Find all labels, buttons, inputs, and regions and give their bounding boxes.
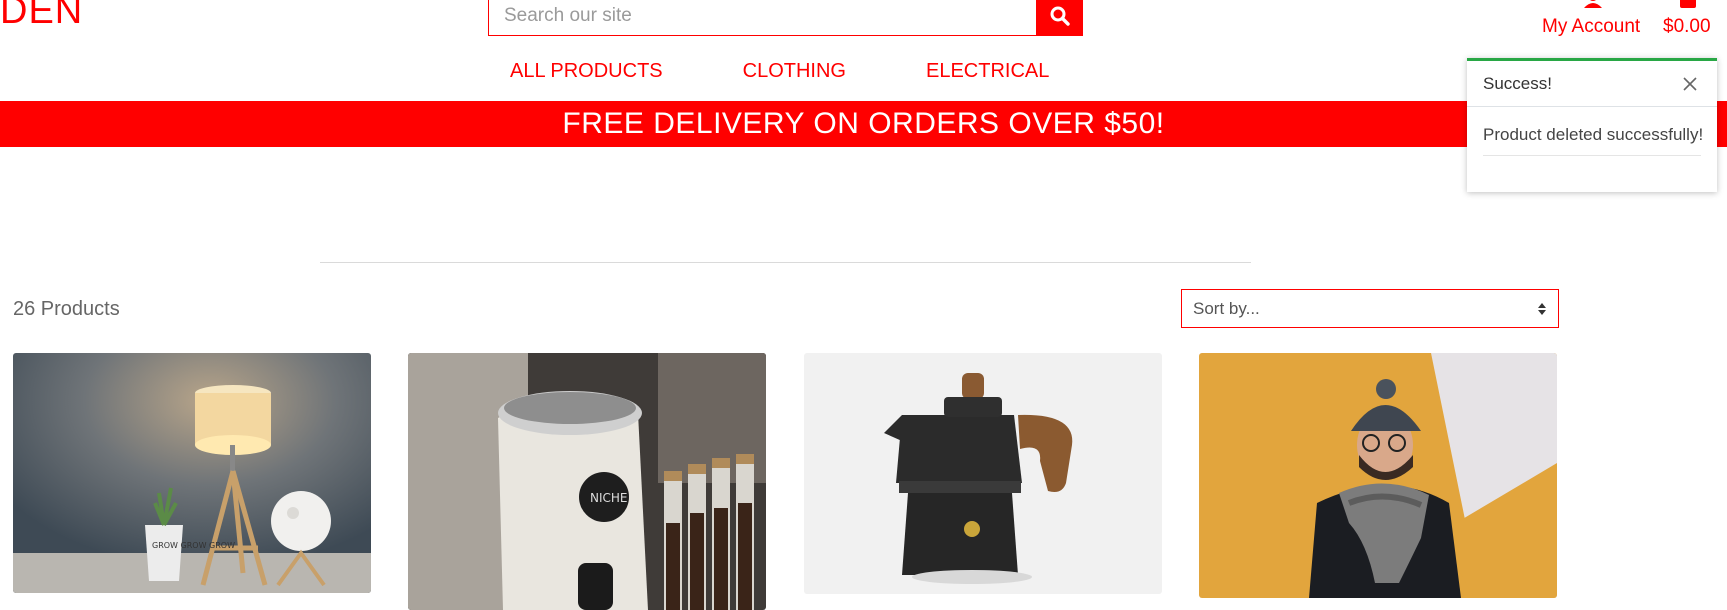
sort-arrows-icon — [1538, 302, 1546, 315]
section-divider — [320, 262, 1251, 263]
toast-title: Success! — [1483, 73, 1552, 93]
product-image-moka-pot — [804, 353, 1162, 594]
nav-electrical[interactable]: ELECTRICAL — [926, 60, 1049, 83]
delivery-banner-text: FREE DELIVERY ON ORDERS OVER $50! — [562, 107, 1165, 140]
nav-clothing[interactable]: CLOTHING — [743, 60, 846, 83]
product-card-man-in-scarf[interactable] — [1199, 353, 1557, 598]
product-count: 26 Products — [13, 298, 120, 320]
sort-select[interactable]: Sort by... — [1181, 289, 1559, 328]
cart-link[interactable]: $0.00 — [1655, 0, 1721, 40]
product-image-lamp: GROW GROW GROW — [13, 353, 371, 593]
close-icon — [1683, 76, 1697, 91]
toast-header: Success! — [1467, 61, 1717, 107]
sort-selected-value: Sort by... — [1193, 298, 1260, 318]
product-card-lamp[interactable]: GROW GROW GROW — [13, 353, 371, 593]
my-account-label: My Account — [1542, 16, 1641, 37]
shopping-bag-icon — [1680, 0, 1696, 8]
toast-body: Product deleted successfully! — [1467, 107, 1717, 156]
main-nav: ALL PRODUCTS CLOTHING ELECTRICAL — [510, 60, 1129, 83]
success-toast: Success! Product deleted successfully! — [1467, 58, 1717, 192]
search-input[interactable] — [488, 0, 1036, 36]
product-image-man-in-scarf — [1199, 353, 1557, 598]
toast-message: Product deleted successfully! — [1483, 125, 1703, 156]
search-icon — [1050, 6, 1070, 26]
my-account-link[interactable]: My Account — [1538, 0, 1648, 40]
user-icon — [1584, 0, 1602, 8]
toast-close-button[interactable] — [1679, 73, 1701, 95]
site-logo[interactable]: DEN — [0, 0, 83, 35]
search-form — [488, 0, 1083, 36]
product-card-moka-pot[interactable] — [804, 353, 1162, 594]
cart-total: $0.00 — [1663, 16, 1711, 37]
product-card-coffee-grinder[interactable]: NICHE — [408, 353, 766, 610]
mug-text: GROW GROW GROW — [152, 541, 235, 550]
grinder-brand-text: NICHE — [590, 491, 628, 505]
product-image-coffee-grinder: NICHE — [408, 353, 766, 610]
search-button[interactable] — [1036, 0, 1083, 36]
nav-all-products[interactable]: ALL PRODUCTS — [510, 60, 663, 83]
